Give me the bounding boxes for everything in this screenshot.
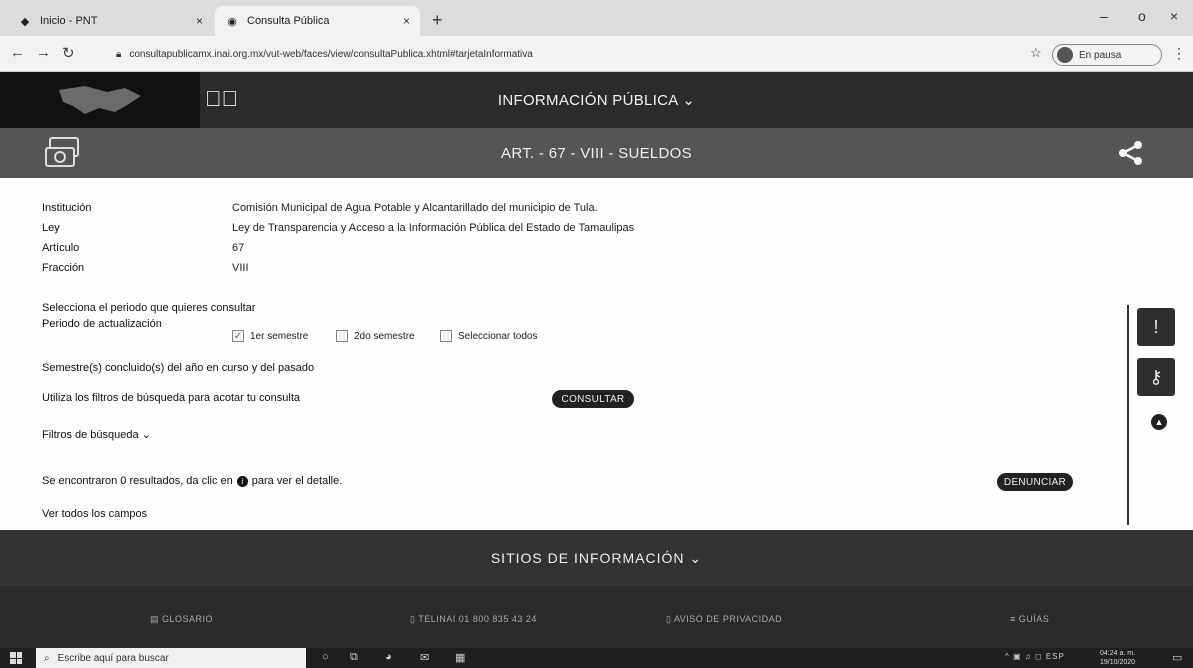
footer-link-glosario[interactable]: ▤ GLOSARIO [150,614,213,625]
new-tab-button[interactable]: + [432,10,443,31]
detail-label: Ley [42,222,60,234]
tab-inicio[interactable]: ◆ Inicio - PNT × [8,6,213,36]
alert-icon[interactable]: ! [1137,308,1175,346]
detail-row-institucion: Institución Comisión Municipal de Agua P… [42,202,598,214]
results-text-b: para ver el detalle. [251,475,343,487]
period-prompt: Selecciona el periodo que quieres consul… [42,302,256,314]
checkbox-seleccionar-todos[interactable]: Seleccionar todos [440,330,538,342]
footer-links: ▤ GLOSARIO ▯ TELINAI 01 800 835 43 24 ▯ … [0,586,1193,648]
privacy-icon: ▯ [666,614,674,624]
detail-value: Comisión Municipal de Agua Potable y Alc… [232,202,598,214]
checkbox-checked-icon: ✓ [232,330,244,342]
cortana-icon[interactable]: ○ [322,651,329,663]
forward-arrow-icon[interactable]: → [36,44,51,61]
back-arrow-icon[interactable]: ← [10,44,25,61]
page-title: ART. - 67 - VIII - SUELDOS [501,144,692,162]
results-text-a: Se encontraron 0 resultados, da clic en [42,475,233,487]
detail-label: Fracción [42,262,85,274]
key-icon[interactable]: ⚷ [1137,358,1175,396]
search-icon: ⌕ [44,652,50,664]
informacion-publica-menu[interactable]: INFORMACIÓN PÚBLICA ⌄ [0,72,1193,128]
scrollbar[interactable] [1127,305,1129,525]
search-placeholder: Escribe aquí para buscar [57,652,169,664]
checkbox-empty-icon [440,330,452,342]
semesters-text: Semestre(s) concluido(s) del año en curs… [42,362,315,374]
period-label: Periodo de actualización [42,318,162,330]
footer-link-label: GLOSARIO [162,614,214,624]
tab-label: Consulta Pública [247,15,330,27]
detail-value: VIII [232,262,249,274]
footer-link-label: GUÍAS [1018,614,1050,624]
detail-row-articulo: Artículo 67 [42,242,244,254]
consultar-button[interactable]: CONSULTAR [552,390,634,408]
tab-label: Inicio - PNT [40,15,98,27]
clock-time: 04:24 a. m. [1100,650,1136,657]
footer-link-telinai[interactable]: ▯ TELINAI 01 800 835 43 24 [410,614,537,625]
detail-row-ley: Ley Ley de Transparencia y Acceso a la I… [42,222,634,234]
filters-hint: Utiliza los filtros de búsqueda para aco… [42,392,301,404]
footer-link-guias[interactable]: ≡ GUÍAS [1010,614,1049,624]
system-tray[interactable]: ^ ▣ ♫ ◻ ESP [1005,652,1065,661]
checkbox-empty-icon [336,330,348,342]
checkbox-label: 2do semestre [354,330,415,342]
avatar [1057,47,1073,63]
detail-value: 67 [232,242,245,254]
windows-taskbar: ⌕ Escribe aquí para buscar ○ ⧉ ◕ ✉ ▦ ^ ▣… [0,648,1193,668]
footer-link-label: TELINAI 01 800 835 43 24 [418,614,537,624]
share-icon[interactable] [1118,140,1144,171]
checkbox-label: 1er semestre [250,330,309,342]
site-header: ⇥⃞ INFORMACIÓN PÚBLICA ⌄ [0,72,1193,128]
browser-toolbar: ← → ↻ 🔒︎ consultapublicamx.inai.org.mx/v… [0,36,1193,72]
view-all-fields-link[interactable]: Ver todos los campos [42,508,147,520]
profile-button[interactable]: En pausa [1052,44,1162,66]
reload-icon[interactable]: ↻ [62,44,75,62]
language-indicator: ESP [1045,652,1065,661]
close-window-button[interactable]: × [1170,8,1178,24]
footer-link-label: AVISO DE PRIVACIDAD [673,614,783,624]
footer-link-aviso[interactable]: ▯ AVISO DE PRIVACIDAD [666,614,782,625]
chrome-taskbar-icon[interactable]: ◕ [385,651,392,663]
tray-icons: ^ ▣ ♫ ◻ [1005,652,1046,661]
pnt-favicon-icon: ◆ [20,15,30,28]
bookmark-star-icon[interactable]: ☆ [1030,45,1042,61]
globe-favicon-icon: ◉ [227,15,237,28]
guide-icon: ≡ [1010,614,1019,624]
profile-label: En pausa [1079,49,1122,61]
lock-icon: 🔒︎ [116,48,122,60]
notifications-icon[interactable]: ▭ [1172,651,1182,664]
glossary-icon: ▤ [150,614,163,624]
detail-label: Artículo [42,242,80,254]
url-text: consultapublicamx.inai.org.mx/vut-web/fa… [129,48,533,60]
mail-taskbar-icon[interactable]: ✉ [420,651,429,664]
detail-value: Ley de Transparencia y Acceso a la Infor… [232,222,635,234]
tab-close-icon[interactable]: × [196,14,203,28]
task-view-icon[interactable]: ⧉ [350,651,358,664]
tab-consulta-publica[interactable]: ◉ Consulta Pública × [215,6,420,36]
browser-tabbar: ◆ Inicio - PNT × ◉ Consulta Pública × + … [0,0,1193,36]
section-header: ART. - 67 - VIII - SUELDOS [0,128,1193,178]
detail-label: Institución [42,202,92,214]
checkbox-1er-semestre[interactable]: ✓ 1er semestre [232,330,308,342]
windows-start-icon[interactable] [10,652,22,664]
denunciar-button[interactable]: DENUNCIAR [997,473,1073,491]
maximize-button[interactable]: o [1138,8,1146,24]
taskbar-clock[interactable]: 04:24 a. m. 19/10/2020 [1100,649,1135,667]
clock-date: 19/10/2020 [1100,659,1136,666]
main-content: Institución Comisión Municipal de Agua P… [0,178,1193,530]
detail-row-fraccion: Fracción VIII [42,262,249,274]
checkbox-label: Seleccionar todos [458,330,538,342]
address-bar[interactable]: 🔒︎ consultapublicamx.inai.org.mx/vut-web… [108,42,1038,66]
menu-kebab-icon[interactable]: ⋮ [1172,45,1186,62]
results-summary: Se encontraron 0 resultados, da clic en … [42,475,342,487]
sitios-informacion-toggle[interactable]: SITIOS DE INFORMACIÓN ⌄ [0,530,1193,586]
minimize-button[interactable]: – [1100,8,1108,24]
checkbox-2do-semestre[interactable]: 2do semestre [336,330,415,342]
tab-close-icon[interactable]: × [403,14,410,28]
taskbar-search[interactable]: ⌕ Escribe aquí para buscar [36,648,306,668]
info-icon: i [236,475,248,487]
filters-toggle[interactable]: Filtros de búsqueda ⌄ [42,428,151,441]
word-taskbar-icon[interactable]: ▦ [455,651,465,664]
scroll-up-icon[interactable]: ▲ [1151,414,1167,430]
